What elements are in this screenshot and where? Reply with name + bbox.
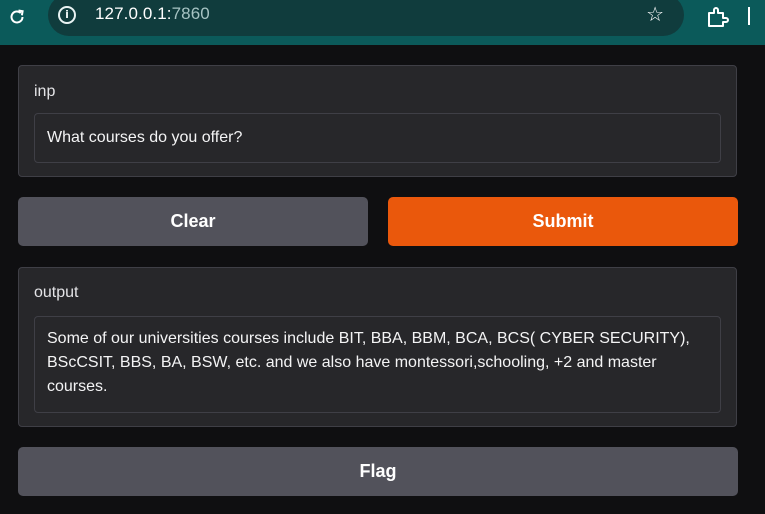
input-textbox[interactable]: What courses do you offer? — [34, 113, 721, 163]
input-panel: inp What courses do you offer? — [18, 65, 737, 177]
submit-button[interactable]: Submit — [388, 197, 738, 246]
flag-button[interactable]: Flag — [18, 447, 738, 496]
output-panel: output Some of our universities courses … — [18, 267, 737, 427]
reload-icon[interactable] — [4, 4, 30, 30]
toolbar-divider — [748, 7, 750, 25]
output-textbox[interactable]: Some of our universities courses include… — [34, 316, 721, 413]
input-label: inp — [34, 83, 56, 100]
extensions-icon[interactable] — [705, 5, 729, 29]
url-host: 127.0.0.1: — [95, 4, 172, 23]
clear-button[interactable]: Clear — [18, 197, 368, 246]
url-text[interactable]: 127.0.0.1:7860 — [95, 4, 210, 24]
output-label: output — [34, 284, 79, 301]
url-port: 7860 — [171, 4, 210, 23]
browser-toolbar: i 127.0.0.1:7860 ☆ — [0, 0, 765, 45]
bookmark-star-icon[interactable]: ☆ — [646, 2, 664, 26]
site-info-icon[interactable]: i — [58, 6, 76, 24]
address-bar[interactable]: i 127.0.0.1:7860 ☆ — [48, 0, 684, 36]
